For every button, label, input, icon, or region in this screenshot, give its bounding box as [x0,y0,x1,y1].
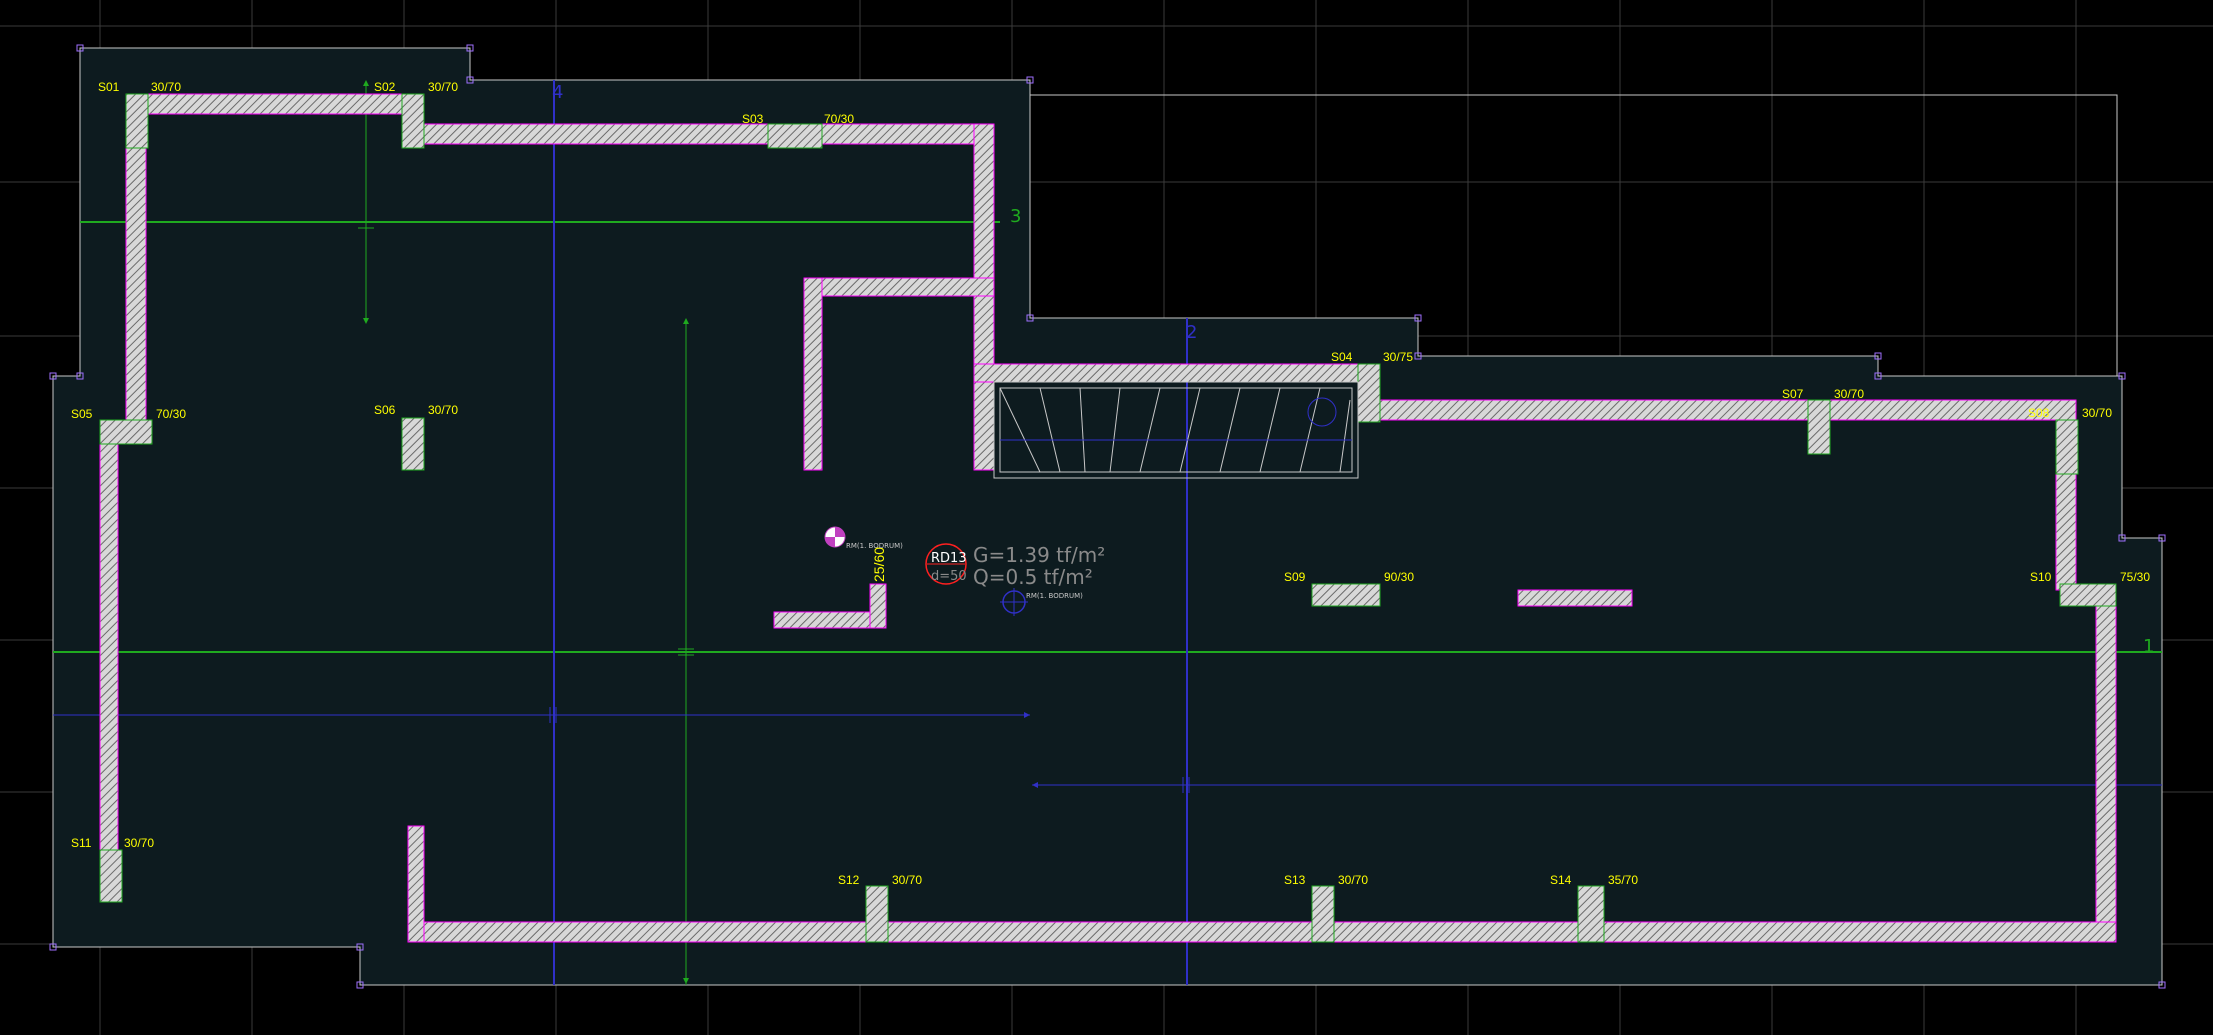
cad-drawing-canvas[interactable]: 3 1 4 2 S01 30/70 S02 30/70 S03 70/30 S0… [0,0,2213,1035]
rigidity-center-label: RM(1. BODRUM) [1026,592,1083,600]
slab-id: RD13 [931,551,967,566]
column-S01 [125,93,149,149]
axis-label-4: 4 [552,82,563,103]
axis-label-3: 3 [1010,206,1021,227]
wall-segment [125,93,423,115]
column-size-label: 30/70 [1338,873,1368,887]
column-id-label: S06 [374,403,396,417]
column-size-label: 30/70 [2082,406,2112,420]
column-S07 [1807,399,1831,455]
column-id-label: S07 [1782,387,1804,401]
column-S06 [401,417,425,471]
wall-segment [407,825,425,943]
wall-segment [803,277,823,471]
wall-segment [773,611,887,629]
column-S11 [99,849,123,903]
wall-segment [1357,399,2077,421]
wall-segment [2095,589,2117,943]
wall-segment [869,583,887,629]
column-S14 [1577,885,1605,943]
slab-dead-load: G=1.39 tf/m² [973,543,1105,567]
column-id-label: S08 [2028,406,2050,420]
column-S05 [99,419,153,445]
column-size-label: 30/70 [892,873,922,887]
wall-segment [99,431,119,903]
column-size-label: 30/70 [1834,387,1864,401]
column-S04 [1357,363,1381,423]
wall-segment [973,123,995,471]
column-size-label: 30/75 [1383,350,1413,364]
column-S13 [1311,885,1335,943]
column-size-label: 35/70 [1608,873,1638,887]
axis-label-2: 2 [1186,322,1197,343]
wall-segment [1517,589,1633,607]
wall-segment [803,277,995,297]
column-S03 [767,123,823,149]
column-id-label: S03 [742,112,764,126]
column-id-label: S01 [98,80,120,94]
wall-segment [973,363,1361,383]
column-S09 [1311,583,1381,607]
slab-thickness: d=50 [931,569,967,584]
column-size-label: 30/70 [151,80,181,94]
column-id-label: S11 [71,836,92,850]
column-size-label: 30/70 [428,80,458,94]
column-id-label: S05 [71,407,93,421]
column-size-label: 30/70 [428,403,458,417]
column-id-label: S10 [2030,570,2052,584]
column-size-label: 70/30 [824,112,854,126]
mass-center-label: RM(1. BODRUM) [846,542,903,550]
column-size-label: 75/30 [2120,570,2150,584]
column-id-label: S09 [1284,570,1306,584]
column-size-label: 70/30 [156,407,186,421]
column-S08 [2055,419,2079,475]
column-id-label: S02 [374,80,396,94]
column-S12 [865,885,889,943]
column-id-label: S04 [1331,350,1353,364]
column-size-label: 90/30 [1384,570,1414,584]
wall-segment [403,123,995,145]
column-id-label: S12 [838,873,860,887]
column-S10 [2059,583,2117,607]
column-S02 [401,93,425,149]
column-size-label: 30/70 [124,836,154,850]
slab-live-load: Q=0.5 tf/m² [973,565,1093,589]
column-id-label: S14 [1550,873,1572,887]
beam-size-label: 25/60 [871,547,887,582]
wall-segment [407,921,2117,943]
axis-label-1: 1 [2143,636,2154,657]
column-id-label: S13 [1284,873,1306,887]
